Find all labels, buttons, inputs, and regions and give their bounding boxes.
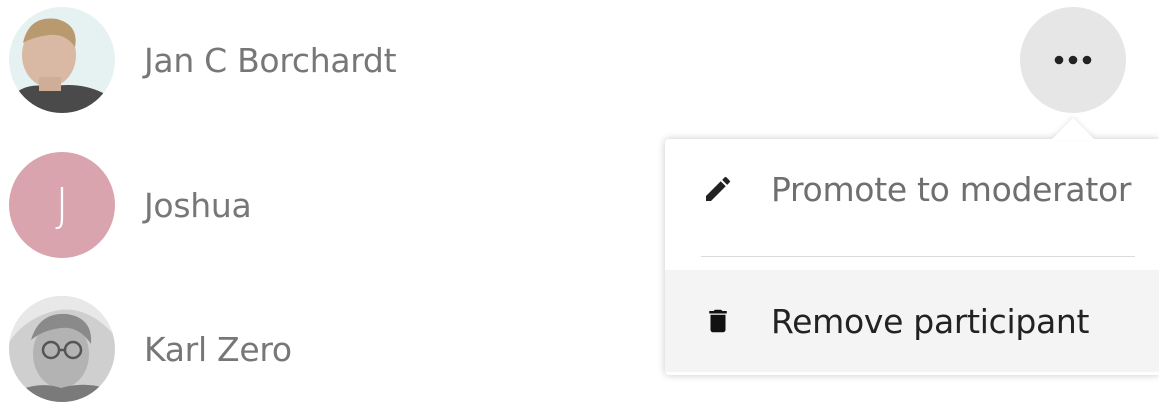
participant-row[interactable]: Jan C Borchardt — [9, 7, 397, 113]
participant-list-panel: Jan C Borchardt J Joshua Karl Zero Promo… — [0, 0, 1159, 410]
avatar-initial: J — [55, 178, 69, 232]
participant-actions-menu: Promote to moderator Remove participant — [665, 139, 1159, 375]
avatar — [9, 7, 115, 113]
more-horizontal-icon — [1054, 55, 1092, 65]
promote-to-moderator-menu-item[interactable]: Promote to moderator — [665, 139, 1159, 239]
menu-divider — [701, 256, 1135, 257]
more-options-button[interactable] — [1020, 7, 1126, 113]
avatar — [9, 296, 115, 402]
participant-row[interactable]: Karl Zero — [9, 296, 292, 402]
trash-icon — [701, 304, 735, 338]
avatar-photo — [9, 7, 115, 113]
avatar: J — [9, 152, 115, 258]
participant-name: Joshua — [144, 185, 252, 225]
menu-pointer-arrow — [1051, 118, 1095, 140]
pencil-icon — [701, 172, 735, 206]
remove-participant-menu-item[interactable]: Remove participant — [665, 270, 1159, 372]
menu-item-label: Promote to moderator — [771, 169, 1132, 209]
participant-row[interactable]: J Joshua — [9, 152, 252, 258]
menu-item-label: Remove participant — [771, 301, 1090, 341]
avatar-photo — [9, 296, 115, 402]
participant-name: Karl Zero — [144, 329, 292, 369]
participant-name: Jan C Borchardt — [144, 40, 397, 80]
